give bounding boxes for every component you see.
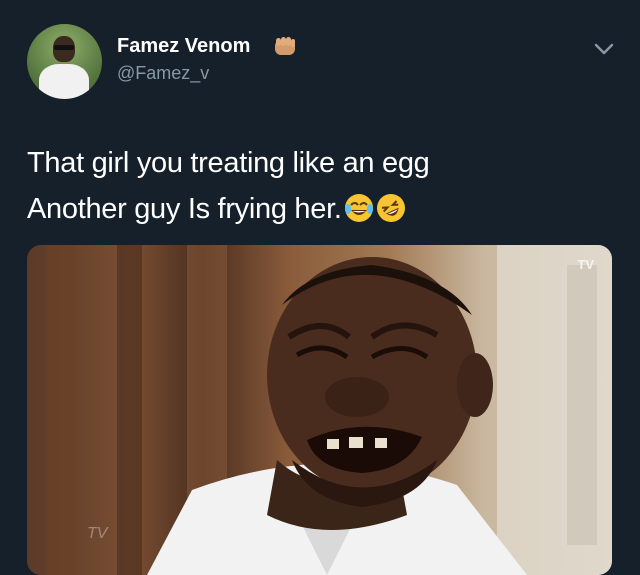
tweet-text-line-1: That girl you treating like an egg [27,147,430,179]
raised-fist-icon [275,37,295,55]
user-handle[interactable]: @Famez_v [117,63,209,84]
tweet-text-line-2: Another guy Is frying her. [27,186,617,232]
watermark-logo: TV [577,257,594,272]
tweet-image[interactable]: TV TV [27,245,612,575]
tweet-card: Famez Venom @Famez_v That girl you treat… [0,0,640,575]
rolling-on-floor-laughing-icon [376,194,405,222]
chevron-down-icon[interactable] [592,40,616,58]
avatar[interactable] [27,24,102,99]
crying-man-image [47,245,612,575]
tweet-text: That girl you treating like an egg Anoth… [27,140,617,232]
watermark-faded: TV [87,525,108,542]
face-with-tears-of-joy-icon [344,194,373,222]
display-name[interactable]: Famez Venom [117,35,250,58]
